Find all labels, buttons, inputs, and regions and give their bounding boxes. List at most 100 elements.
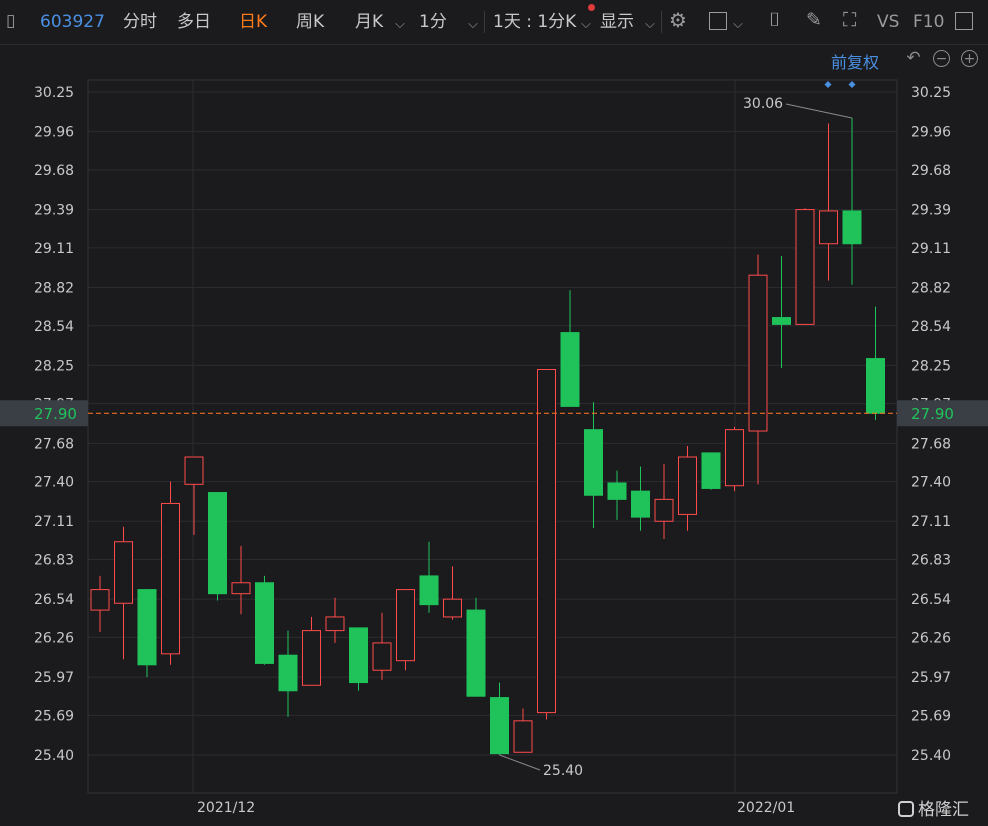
x-tick-label: 2021/12 bbox=[197, 800, 255, 816]
y-tick-label-left: 27.40 bbox=[34, 475, 74, 491]
y-tick-label-right: 25.40 bbox=[911, 748, 951, 764]
gear-icon[interactable]: ⚙ bbox=[669, 8, 687, 32]
y-tick-label-left: 29.39 bbox=[34, 203, 74, 219]
y-tick-label-right: 30.25 bbox=[911, 85, 951, 101]
camera-icon[interactable]: ⌷ bbox=[769, 8, 780, 32]
candle-body bbox=[678, 456, 697, 515]
candle-body bbox=[349, 627, 368, 684]
annotation-leader bbox=[785, 103, 853, 119]
candle-body bbox=[255, 582, 274, 664]
candle-body bbox=[748, 274, 768, 432]
candle-body bbox=[772, 317, 791, 325]
candle-body bbox=[184, 456, 204, 485]
y-tick-label-right: 29.11 bbox=[911, 241, 951, 257]
tab-multi-day[interactable]: 多日 bbox=[177, 10, 211, 34]
tab-minute[interactable]: 1分 bbox=[419, 10, 447, 34]
y-tick-label-left: 27.11 bbox=[34, 514, 74, 530]
candle-body bbox=[443, 598, 462, 618]
candle-body bbox=[90, 589, 110, 611]
candle-body bbox=[842, 210, 862, 245]
y-tick-label-left: 26.83 bbox=[34, 553, 74, 569]
candle-body bbox=[701, 452, 721, 489]
stock-code: 603927 bbox=[40, 12, 105, 32]
candle-body bbox=[607, 482, 627, 500]
y-tick-label-left: 25.40 bbox=[34, 748, 74, 764]
y-tick-label-right: 25.69 bbox=[911, 708, 951, 724]
y-tick-label-right: 26.83 bbox=[911, 553, 951, 569]
sidebar-toggle-icon[interactable]: ▯ bbox=[6, 9, 15, 33]
y-tick-label-left: 29.96 bbox=[34, 125, 74, 141]
y-tick-label-right: 26.54 bbox=[911, 592, 951, 608]
candle-body bbox=[161, 502, 180, 655]
annotation-label: 30.06 bbox=[743, 96, 783, 112]
display-menu[interactable]: 显示 bbox=[600, 10, 634, 34]
y-tick-label-left: 25.97 bbox=[34, 670, 74, 686]
y-tick-label-left: 25.69 bbox=[34, 708, 74, 724]
y-tick-label-right: 28.82 bbox=[911, 280, 951, 296]
chevron-down-icon[interactable]: ⌵ bbox=[733, 13, 743, 37]
candle-body bbox=[278, 654, 298, 692]
y-tick-label-right: 25.97 bbox=[911, 670, 951, 686]
chevron-down-icon[interactable]: ⌵ bbox=[468, 13, 478, 37]
candle-body bbox=[725, 429, 744, 487]
candle-body bbox=[537, 369, 556, 714]
candle-body bbox=[466, 609, 486, 697]
event-marker-icon bbox=[824, 81, 832, 88]
y-tick-label-right: 29.96 bbox=[911, 125, 951, 141]
current-price-label-left: 27.90 bbox=[34, 405, 77, 423]
y-tick-label-left: 27.68 bbox=[34, 436, 74, 452]
plot-area bbox=[87, 79, 898, 794]
candle-body bbox=[325, 616, 345, 632]
y-tick-label-left: 26.54 bbox=[34, 592, 74, 608]
f10-button[interactable]: F10 bbox=[913, 10, 944, 34]
tab-monthly-k[interactable]: 月K bbox=[355, 10, 383, 34]
event-marker-icon bbox=[848, 81, 856, 88]
y-tick-label-left: 28.82 bbox=[34, 280, 74, 296]
compare-button[interactable]: VS bbox=[877, 10, 899, 34]
fullscreen-icon[interactable]: ⛶ bbox=[843, 8, 856, 32]
candlestick-chart: 30.25 30.25 29.96 29.96 29.68 29.68 29.39 29.39… bbox=[0, 79, 988, 816]
logo-icon bbox=[898, 801, 914, 817]
period-selector[interactable]: 1天 : 1分K bbox=[493, 10, 576, 34]
current-price-label-right: 27.90 bbox=[911, 405, 954, 423]
candle-body bbox=[208, 492, 227, 595]
y-tick-label-left: 28.54 bbox=[34, 319, 74, 335]
annotation-leader bbox=[499, 754, 541, 771]
y-tick-label-left: 30.25 bbox=[34, 85, 74, 101]
y-tick-label-left: 29.11 bbox=[34, 241, 74, 257]
notification-dot bbox=[588, 4, 595, 11]
tab-weekly-k[interactable]: 周K bbox=[296, 10, 324, 34]
candle-body bbox=[302, 630, 321, 686]
annotation-label: 25.40 bbox=[543, 763, 583, 779]
candle-body bbox=[584, 429, 603, 496]
candle-body bbox=[654, 498, 674, 522]
chart-toolbar: ▯ 603927 分时 多日 日K 周K 月K ⌵ 1分 ⌵ 1天 : 1分K … bbox=[0, 0, 988, 45]
y-tick-label-left: 29.68 bbox=[34, 163, 74, 179]
candle-body bbox=[231, 582, 251, 595]
y-tick-label-left: 28.25 bbox=[34, 358, 74, 374]
panel-icon[interactable] bbox=[955, 12, 973, 30]
toolbar-divider bbox=[661, 11, 662, 33]
x-tick-label: 2022/01 bbox=[737, 800, 795, 816]
chevron-down-icon[interactable]: ⌵ bbox=[645, 13, 655, 37]
y-tick-label-right: 29.68 bbox=[911, 163, 951, 179]
candle-body bbox=[513, 720, 533, 753]
toolbar-divider bbox=[484, 11, 485, 33]
pencil-icon[interactable]: ✎ bbox=[806, 8, 822, 32]
layout-icon[interactable] bbox=[709, 12, 727, 30]
candle-body bbox=[114, 541, 133, 604]
candle-body bbox=[631, 490, 650, 518]
candle-body bbox=[866, 358, 885, 414]
y-tick-label-right: 29.39 bbox=[911, 203, 951, 219]
candle-body bbox=[560, 332, 580, 407]
candle-body bbox=[819, 210, 838, 245]
y-tick-label-right: 28.25 bbox=[911, 358, 951, 374]
candle-body bbox=[396, 589, 415, 662]
candle-body bbox=[137, 589, 157, 666]
y-tick-label-right: 28.54 bbox=[911, 319, 951, 335]
y-tick-label-left: 26.26 bbox=[34, 630, 74, 646]
tab-intraday[interactable]: 分时 bbox=[123, 10, 157, 34]
chevron-down-icon[interactable]: ⌵ bbox=[395, 13, 405, 37]
chevron-down-icon[interactable]: ⌵ bbox=[581, 13, 591, 37]
tab-daily-k[interactable]: 日K bbox=[239, 10, 267, 34]
